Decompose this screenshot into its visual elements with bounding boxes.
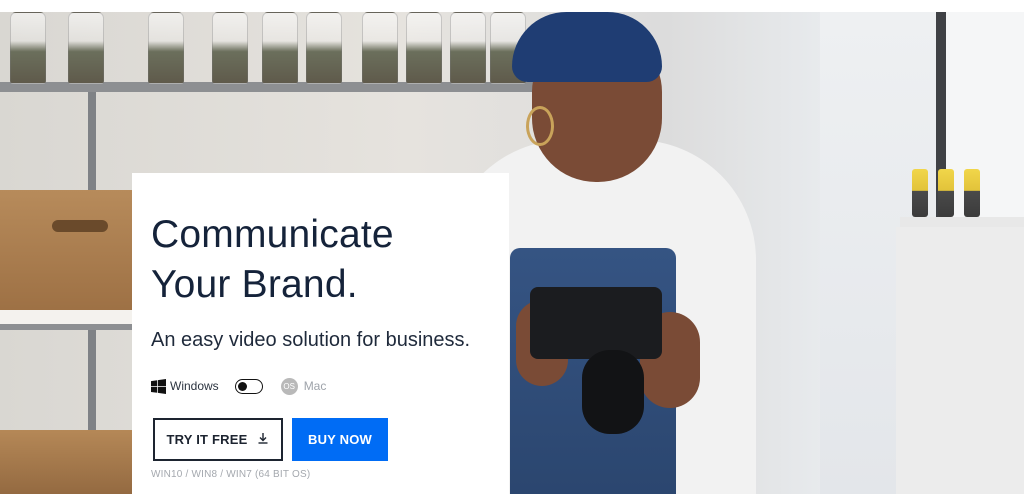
counter — [896, 227, 1024, 494]
headline-line-1: Communicate — [151, 213, 394, 256]
window-sill — [900, 217, 1024, 227]
mac-os-icon: OS — [280, 377, 298, 395]
bottle — [912, 169, 928, 217]
wooden-crate — [0, 190, 132, 318]
buy-now-button[interactable]: BUY NOW — [292, 418, 388, 461]
camera — [530, 287, 662, 359]
jar — [262, 12, 298, 84]
hero-subheadline: An easy video solution for business. — [151, 329, 471, 351]
camera-lens — [582, 350, 644, 434]
jar — [148, 12, 184, 84]
window — [946, 12, 1024, 217]
jar — [212, 12, 248, 84]
person-earring — [526, 106, 554, 146]
platform-toggle-row: Windows OS Mac — [151, 376, 326, 396]
bottle — [964, 169, 980, 217]
platform-toggle-switch[interactable] — [234, 378, 263, 394]
try-it-free-button[interactable]: TRY IT FREE — [153, 418, 283, 461]
fleece — [0, 310, 132, 324]
jar — [10, 12, 46, 84]
jar — [306, 12, 342, 84]
headline-line-2: Your Brand. — [151, 263, 358, 306]
wooden-crate — [0, 430, 132, 494]
jar — [450, 12, 486, 84]
mac-label[interactable]: Mac — [304, 379, 327, 393]
buy-now-label: BUY NOW — [308, 432, 372, 447]
jar — [406, 12, 442, 84]
jar — [362, 12, 398, 84]
toggle-knob — [237, 381, 247, 391]
hero-headline: Communicate Your Brand. — [151, 210, 394, 310]
jar — [68, 12, 104, 84]
windows-label[interactable]: Windows — [170, 379, 219, 393]
top-strip — [0, 0, 1024, 12]
windows-icon — [151, 378, 166, 394]
download-icon — [257, 431, 269, 449]
person-headscarf — [512, 12, 662, 82]
os-requirements-note: WIN10 / WIN8 / WIN7 (64 BIT OS) — [151, 469, 311, 480]
try-it-free-label: TRY IT FREE — [166, 432, 248, 447]
bottle — [938, 169, 954, 217]
